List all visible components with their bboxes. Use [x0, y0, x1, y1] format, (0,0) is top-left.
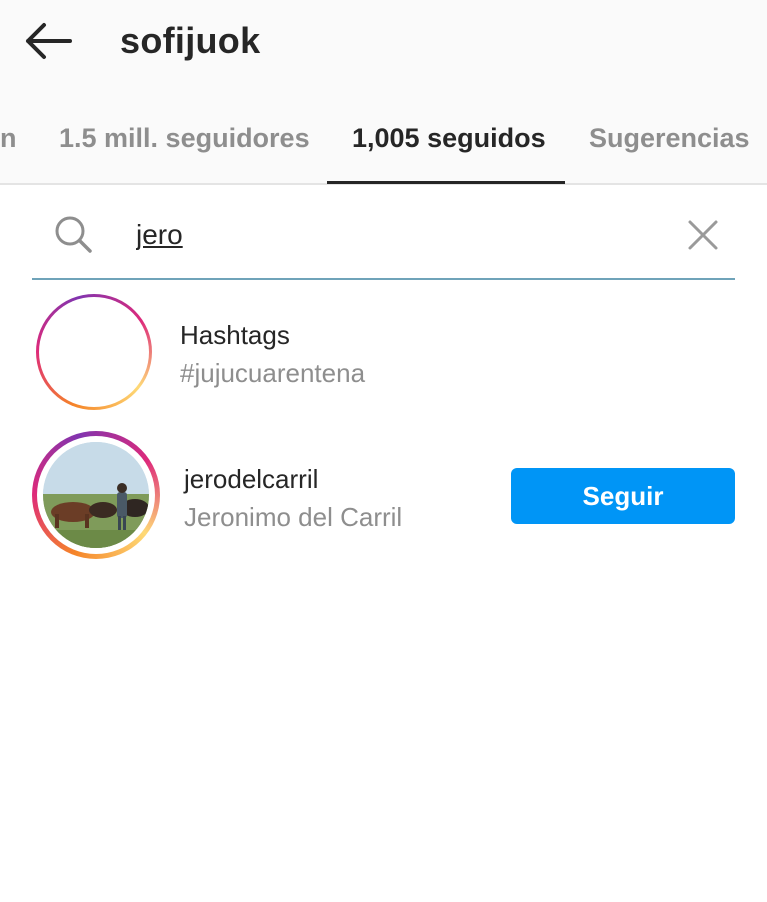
tab-following[interactable]: 1,005 seguidos [352, 112, 546, 164]
search-input[interactable] [136, 214, 656, 256]
hashtag-subtitle: #jujucuarentena [180, 358, 366, 388]
search-bar [32, 196, 735, 280]
full-name: Jeronimo del Carril [184, 502, 403, 532]
story-ring [32, 431, 160, 559]
follow-button[interactable]: Seguir [511, 468, 735, 524]
username: jerodelcarril [184, 464, 319, 494]
profile-photo [43, 442, 149, 548]
hashtag-icon [66, 322, 122, 382]
close-icon[interactable] [682, 214, 724, 256]
hashtags-title: Hashtags [180, 320, 290, 350]
avatar [37, 436, 155, 554]
search-icon [55, 216, 92, 253]
active-tab-indicator [327, 181, 565, 184]
tab-suggestions[interactable]: Sugerencias [589, 112, 750, 164]
hashtag-avatar-ring [36, 294, 152, 410]
arrow-left-icon [26, 23, 72, 59]
hashtag-avatar [39, 297, 149, 407]
tab-followers[interactable]: 1.5 mill. seguidores [59, 112, 310, 164]
list-item[interactable]: Hashtags #jujucuarentena [0, 290, 767, 418]
back-button[interactable] [18, 18, 78, 64]
tab-partial[interactable]: n [0, 112, 17, 164]
profile-photo-image [43, 442, 149, 548]
top-bar: sofijuok n 1.5 mill. seguidores 1,005 se… [0, 0, 767, 185]
page-title: sofijuok [120, 20, 261, 61]
